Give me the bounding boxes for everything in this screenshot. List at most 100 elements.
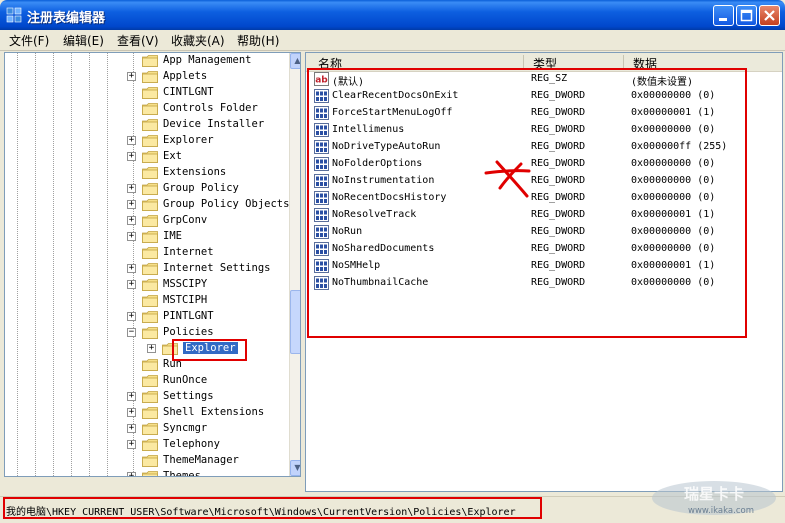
- tree-node[interactable]: + Settings: [5, 389, 295, 405]
- tree-node-label: Internet Settings: [163, 262, 271, 274]
- close-button[interactable]: [759, 5, 780, 26]
- tree-node[interactable]: + Ext: [5, 149, 295, 165]
- tree-node-label: Syncmgr: [163, 422, 208, 434]
- tree-node[interactable]: RunOnce: [5, 373, 295, 389]
- expand-icon[interactable]: +: [127, 72, 136, 81]
- tree-node[interactable]: CINTLGNT: [5, 85, 295, 101]
- tree-node[interactable]: + Explorer: [5, 341, 295, 357]
- tree-node-label: Shell Extensions: [163, 406, 265, 418]
- expand-icon[interactable]: +: [127, 184, 136, 193]
- tree-node-label: Internet: [163, 246, 214, 258]
- tree-node-label: ThemeManager: [163, 454, 239, 466]
- scroll-down-button[interactable]: ▼: [290, 460, 300, 476]
- scroll-thumb[interactable]: [290, 290, 300, 354]
- tree-node[interactable]: Run: [5, 357, 295, 373]
- tree-node-label: Controls Folder: [163, 102, 258, 114]
- close-icon: [764, 10, 775, 21]
- folder-icon: [142, 471, 158, 476]
- expand-icon[interactable]: +: [127, 392, 136, 401]
- tree-node-label: Extensions: [163, 166, 227, 178]
- folder-icon: [142, 199, 158, 211]
- tree-node[interactable]: + Applets: [5, 69, 295, 85]
- maximize-icon: [740, 9, 753, 22]
- tree-node[interactable]: Internet: [5, 245, 295, 261]
- tree-node[interactable]: + Internet Settings: [5, 261, 295, 277]
- tree-node[interactable]: + PINTLGNT: [5, 309, 295, 325]
- registry-tree-pane[interactable]: App Management + Applets CINTLGNT Controls F…: [4, 52, 301, 477]
- tree-node[interactable]: + GrpConv: [5, 213, 295, 229]
- folder-icon: [142, 167, 158, 179]
- folder-icon: [142, 263, 158, 275]
- tree-node[interactable]: + Themes: [5, 469, 295, 476]
- tree-node[interactable]: ThemeManager: [5, 453, 295, 469]
- menu-help[interactable]: 帮助(H): [237, 32, 279, 49]
- tree-node-label: Group Policy Objects: [163, 198, 290, 210]
- maximize-button[interactable]: [736, 5, 757, 26]
- tree-node-label: Explorer: [163, 134, 214, 146]
- expand-icon[interactable]: +: [127, 312, 136, 321]
- tree-node[interactable]: Controls Folder: [5, 101, 295, 117]
- folder-icon: [142, 247, 158, 259]
- tree-node[interactable]: + IME: [5, 229, 295, 245]
- tree-node-label: MSTCIPH: [163, 294, 208, 306]
- tree-node-label: Ext: [163, 150, 182, 162]
- menu-view[interactable]: 查看(V): [117, 32, 159, 49]
- tree-node[interactable]: + MSSCIPY: [5, 277, 295, 293]
- folder-icon: [142, 407, 158, 419]
- folder-icon: [142, 183, 158, 195]
- folder-icon: [142, 71, 158, 83]
- tree-node[interactable]: Device Installer: [5, 117, 295, 133]
- tree-node-label: Group Policy: [163, 182, 239, 194]
- tree-node[interactable]: + Shell Extensions: [5, 405, 295, 421]
- tree-node[interactable]: + Syncmgr: [5, 421, 295, 437]
- scroll-up-button[interactable]: ▲: [290, 53, 300, 69]
- folder-icon: [142, 455, 158, 467]
- expand-icon[interactable]: +: [127, 472, 136, 476]
- menu-favorites[interactable]: 收藏夹(A): [171, 32, 225, 49]
- tree-node[interactable]: + Telephony: [5, 437, 295, 453]
- collapse-icon[interactable]: −: [127, 328, 136, 337]
- minimize-icon: [719, 18, 727, 21]
- tree-node[interactable]: + Group Policy Objects: [5, 197, 295, 213]
- folder-icon: [142, 391, 158, 403]
- minimize-button[interactable]: [713, 5, 734, 26]
- tree-node-label: Telephony: [163, 438, 220, 450]
- tree-node-label: GrpConv: [163, 214, 208, 226]
- expand-icon[interactable]: +: [127, 136, 136, 145]
- tree-node[interactable]: MSTCIPH: [5, 293, 295, 309]
- folder-icon: [142, 295, 158, 307]
- folder-icon: [142, 215, 158, 227]
- title-bar[interactable]: 注册表编辑器: [0, 0, 785, 30]
- expand-icon[interactable]: +: [127, 232, 136, 241]
- folder-icon: [142, 359, 158, 371]
- expand-icon[interactable]: +: [127, 280, 136, 289]
- tree-node-label: IME: [163, 230, 182, 242]
- tree-node[interactable]: − Policies: [5, 325, 295, 341]
- tree-node-label: MSSCIPY: [163, 278, 208, 290]
- expand-icon[interactable]: +: [127, 440, 136, 449]
- regedit-app-icon: [6, 7, 22, 23]
- tree-node[interactable]: Extensions: [5, 165, 295, 181]
- folder-icon: [142, 103, 158, 115]
- tree-scrollbar[interactable]: ▲ ▼: [289, 53, 300, 476]
- folder-icon: [142, 135, 158, 147]
- annotation-box-status-path: [3, 497, 542, 519]
- folder-icon: [142, 439, 158, 451]
- menu-bar: 文件(F) 编辑(E) 查看(V) 收藏夹(A) 帮助(H): [0, 30, 785, 51]
- expand-icon[interactable]: +: [147, 344, 156, 353]
- svg-text:www.ikaka.com: www.ikaka.com: [688, 506, 754, 516]
- tree-node[interactable]: + Group Policy: [5, 181, 295, 197]
- tree-node[interactable]: + Explorer: [5, 133, 295, 149]
- expand-icon[interactable]: +: [127, 216, 136, 225]
- expand-icon[interactable]: +: [127, 152, 136, 161]
- tree-node-label: CINTLGNT: [163, 86, 214, 98]
- expand-icon[interactable]: +: [127, 200, 136, 209]
- folder-open-icon: [142, 327, 158, 339]
- expand-icon[interactable]: +: [127, 264, 136, 273]
- expand-icon[interactable]: +: [127, 408, 136, 417]
- tree-node[interactable]: App Management: [5, 53, 295, 69]
- menu-edit[interactable]: 编辑(E): [63, 32, 104, 49]
- tree-node-label: PINTLGNT: [163, 310, 214, 322]
- expand-icon[interactable]: +: [127, 424, 136, 433]
- menu-file[interactable]: 文件(F): [9, 32, 49, 49]
